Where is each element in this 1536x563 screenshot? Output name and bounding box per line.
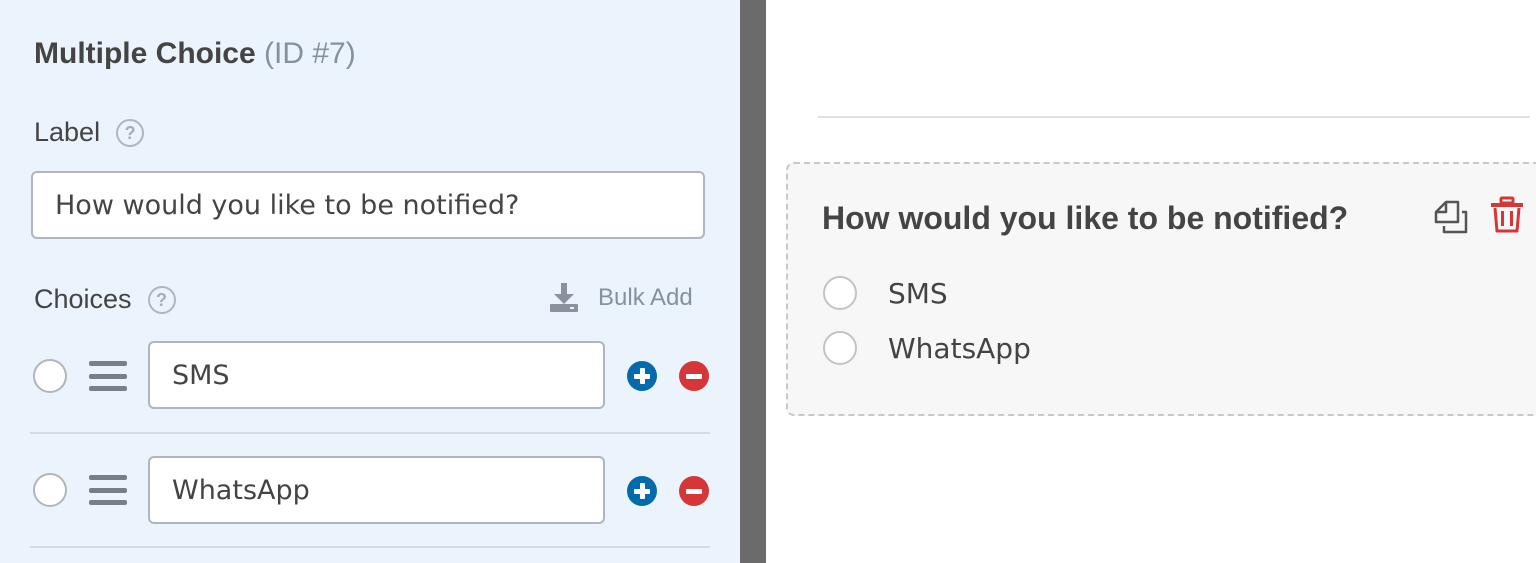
label-input[interactable]: How would you like to be notified? [31, 171, 705, 239]
choice-default-radio[interactable] [33, 359, 67, 393]
preview-option-radio[interactable] [823, 276, 857, 310]
remove-choice-button[interactable] [679, 361, 709, 391]
field-type-name: Multiple Choice [34, 37, 256, 70]
trash-icon[interactable] [1488, 196, 1526, 234]
field-title: Multiple Choice (ID #7) [34, 36, 356, 72]
drag-handle-icon[interactable] [89, 475, 127, 505]
question-circle-icon[interactable]: ? [116, 118, 145, 147]
download-icon [550, 283, 578, 312]
choices-heading: Choices [34, 284, 132, 314]
duplicate-icon[interactable] [1432, 198, 1470, 236]
field-options-panel: Multiple Choice (ID #7) Label ? How woul… [0, 0, 740, 563]
choice-input-value: WhatsApp [172, 474, 310, 506]
choices-heading-row: Choices ? [34, 284, 176, 315]
choice-input[interactable]: WhatsApp [148, 456, 605, 524]
choice-default-radio[interactable] [33, 473, 67, 507]
preview-divider [818, 116, 1530, 118]
choice-input-value: SMS [172, 359, 230, 391]
panel-splitter[interactable] [740, 0, 766, 563]
bulk-add-label: Bulk Add [598, 284, 693, 311]
add-choice-button[interactable] [627, 476, 657, 506]
label-input-value: How would you like to be notified? [55, 189, 520, 221]
drag-handle-icon[interactable] [89, 361, 127, 391]
label-heading-row: Label ? [34, 117, 145, 148]
remove-choice-button[interactable] [679, 476, 709, 506]
label-heading: Label [34, 117, 101, 147]
preview-option-label: WhatsApp [888, 332, 1031, 365]
preview-option-radio[interactable] [823, 331, 857, 365]
question-circle-icon[interactable]: ? [147, 285, 176, 314]
add-choice-button[interactable] [627, 361, 657, 391]
choice-divider [30, 546, 710, 548]
preview-option-label: SMS [888, 277, 948, 310]
preview-question-label: How would you like to be notified? [822, 200, 1349, 236]
choice-input[interactable]: SMS [148, 341, 605, 409]
choice-divider [30, 432, 710, 434]
bulk-add-button[interactable]: Bulk Add [548, 283, 693, 313]
field-id: (ID #7) [264, 37, 356, 70]
